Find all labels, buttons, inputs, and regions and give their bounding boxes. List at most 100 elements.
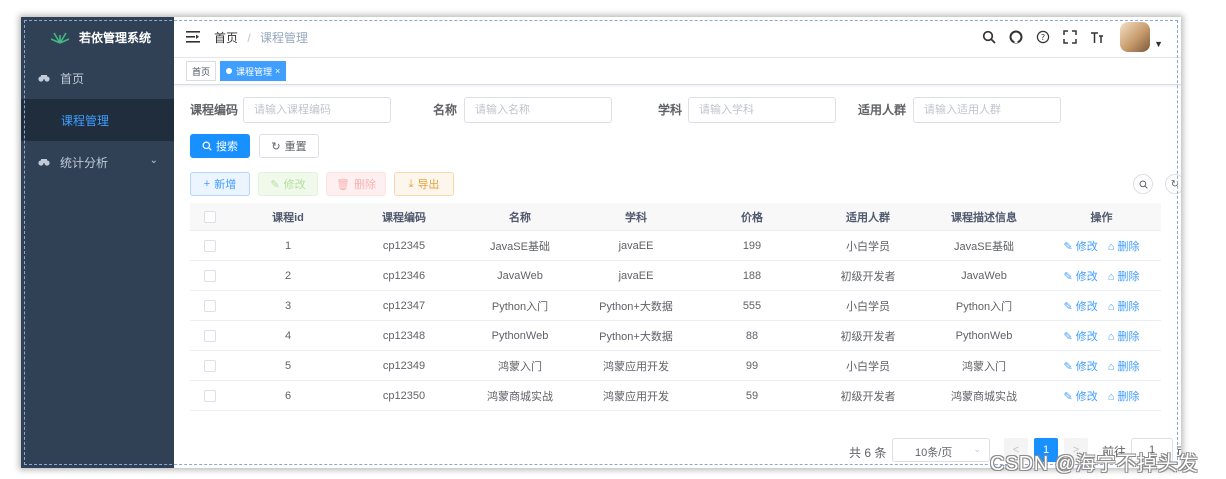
row-delete-button[interactable]: ⌂ 删除	[1108, 301, 1140, 313]
tag-course-management[interactable]: 课程管理 ×	[220, 61, 287, 81]
question-icon[interactable]: ?	[1034, 28, 1052, 46]
trash-icon: 🗑	[336, 178, 350, 191]
row-select-cell[interactable]	[190, 260, 230, 291]
select-all-checkbox[interactable]	[204, 210, 216, 223]
github-icon[interactable]	[1007, 28, 1025, 46]
table-cell-name: PythonWeb	[462, 320, 578, 351]
audience-field[interactable]	[922, 98, 1056, 122]
row-delete-button[interactable]: ⌂ 删除	[1108, 271, 1140, 283]
table-cell-subject: javaEE	[578, 230, 694, 261]
row-checkbox[interactable]	[204, 269, 216, 282]
add-button[interactable]: + 新增	[190, 172, 250, 196]
table-cell-price: 555	[694, 290, 810, 321]
table-row: 1 cp12345 JavaSE基础 javaEE 199 小白学员 JavaSE基础 ✎ 修…	[190, 230, 1161, 261]
table-cell-audience: 初级开发者	[810, 320, 926, 351]
row-delete-label: 删除	[1117, 390, 1140, 403]
export-button[interactable]: ⤓ 导出	[394, 172, 454, 196]
hamburger-icon[interactable]	[186, 31, 200, 43]
row-delete-label: 删除	[1117, 300, 1140, 313]
row-select-cell[interactable]	[190, 320, 230, 351]
sidebar-item-label: 首页	[60, 71, 85, 86]
close-icon[interactable]: ×	[275, 66, 280, 76]
sidebar-item-home[interactable]: 首页	[21, 57, 174, 99]
row-edit-label: 修改	[1075, 390, 1098, 403]
sidebar-item-label: 统计分析	[60, 155, 109, 170]
breadcrumb-home[interactable]: 首页	[214, 31, 238, 45]
table-cell-id: 5	[230, 350, 346, 381]
tag-home[interactable]: 首页	[186, 61, 217, 81]
toggle-search-button[interactable]	[1133, 174, 1153, 194]
name-input[interactable]	[464, 97, 612, 123]
table-cell-price: 88	[694, 320, 810, 351]
row-edit-label: 修改	[1075, 360, 1098, 373]
row-delete-button[interactable]: ⌂ 删除	[1108, 331, 1140, 343]
dashboard-icon	[38, 72, 50, 84]
row-select-cell[interactable]	[190, 230, 230, 261]
subject-input[interactable]	[688, 97, 836, 123]
table-cell-audience: 小白学员	[810, 230, 926, 261]
logo[interactable]: 若依管理系统	[21, 17, 174, 57]
row-select-cell[interactable]	[190, 290, 230, 321]
column-header: 课程编码	[346, 203, 462, 231]
row-edit-button[interactable]: ✎ 修改	[1064, 361, 1098, 373]
table-cell-desc: PythonWeb	[926, 320, 1042, 351]
edit-icon: ✎	[1063, 300, 1076, 313]
avatar[interactable]	[1120, 22, 1151, 52]
row-delete-label: 删除	[1117, 360, 1140, 373]
audience-input[interactable]	[913, 97, 1061, 123]
row-edit-button[interactable]: ✎ 修改	[1064, 271, 1098, 283]
row-edit-label: 修改	[1075, 240, 1098, 253]
refresh-button[interactable]: ↻	[1165, 174, 1181, 194]
tags-view: 首页 课程管理 ×	[174, 58, 1181, 85]
table-cell-audience: 初级开发者	[810, 260, 926, 291]
refresh-icon: ↻	[271, 140, 281, 153]
row-checkbox[interactable]	[204, 359, 216, 372]
row-edit-button[interactable]: ✎ 修改	[1064, 331, 1098, 343]
row-delete-button[interactable]: ⌂ 删除	[1108, 241, 1140, 253]
search-button[interactable]: 搜索	[190, 134, 250, 158]
fullscreen-icon[interactable]	[1061, 28, 1079, 46]
reset-button[interactable]: ↻ 重置	[259, 134, 319, 158]
breadcrumb: 首页 / 课程管理	[214, 29, 308, 46]
course-code-input[interactable]	[243, 97, 391, 123]
row-delete-button[interactable]: ⌂ 删除	[1108, 361, 1140, 373]
row-edit-button[interactable]: ✎ 修改	[1064, 391, 1098, 403]
table-cell-code: cp12346	[346, 260, 462, 291]
reset-button-label: 重置	[284, 141, 307, 153]
table-cell-subject: 鸿蒙应用开发	[578, 350, 694, 381]
sidebar-item-statistics[interactable]: 统计分析 ⌄	[21, 141, 174, 183]
subject-field[interactable]	[697, 98, 831, 122]
row-select-cell[interactable]	[190, 380, 230, 411]
table-cell-name: Python入门	[462, 290, 578, 321]
page-size-select[interactable]: 10条/页 ⌄	[892, 438, 990, 462]
table-cell-desc: JavaWeb	[926, 260, 1042, 291]
search-form: 课程编码 名称 学科 适用人群	[190, 97, 1170, 123]
table-row: 3 cp12347 Python入门 Python+大数据 555 小白学员 Python入…	[190, 290, 1161, 321]
row-edit-label: 修改	[1075, 330, 1098, 343]
row-checkbox[interactable]	[204, 389, 216, 402]
row-checkbox[interactable]	[204, 239, 216, 252]
column-header: 价格	[694, 203, 810, 231]
course-code-field[interactable]	[252, 98, 386, 122]
table-cell-subject: Python+大数据	[578, 320, 694, 351]
row-checkbox[interactable]	[204, 329, 216, 342]
table-cell-name: JavaWeb	[462, 260, 578, 291]
row-edit-button[interactable]: ✎ 修改	[1064, 301, 1098, 313]
row-edit-label: 修改	[1075, 270, 1098, 283]
caret-down-icon[interactable]: ▼	[1154, 39, 1163, 49]
row-checkbox[interactable]	[204, 299, 216, 312]
row-select-cell[interactable]	[190, 350, 230, 381]
row-delete-button[interactable]: ⌂ 删除	[1108, 391, 1140, 403]
table-cell-subject: 鸿蒙应用开发	[578, 380, 694, 411]
edit-icon: ✎	[1063, 240, 1076, 253]
font-size-icon[interactable]	[1088, 28, 1106, 46]
row-edit-button[interactable]: ✎ 修改	[1064, 241, 1098, 253]
search-icon[interactable]	[980, 28, 998, 46]
table-cell-desc: JavaSE基础	[926, 230, 1042, 261]
table-cell-name: JavaSE基础	[462, 230, 578, 261]
sidebar-item-course-management[interactable]: 课程管理	[21, 99, 174, 141]
name-field[interactable]	[473, 98, 607, 122]
table-body: 1 cp12345 JavaSE基础 javaEE 199 小白学员 JavaSE基础 ✎ 修…	[190, 230, 1161, 411]
select-all-cell[interactable]	[190, 203, 230, 231]
column-header: 名称	[462, 203, 578, 231]
